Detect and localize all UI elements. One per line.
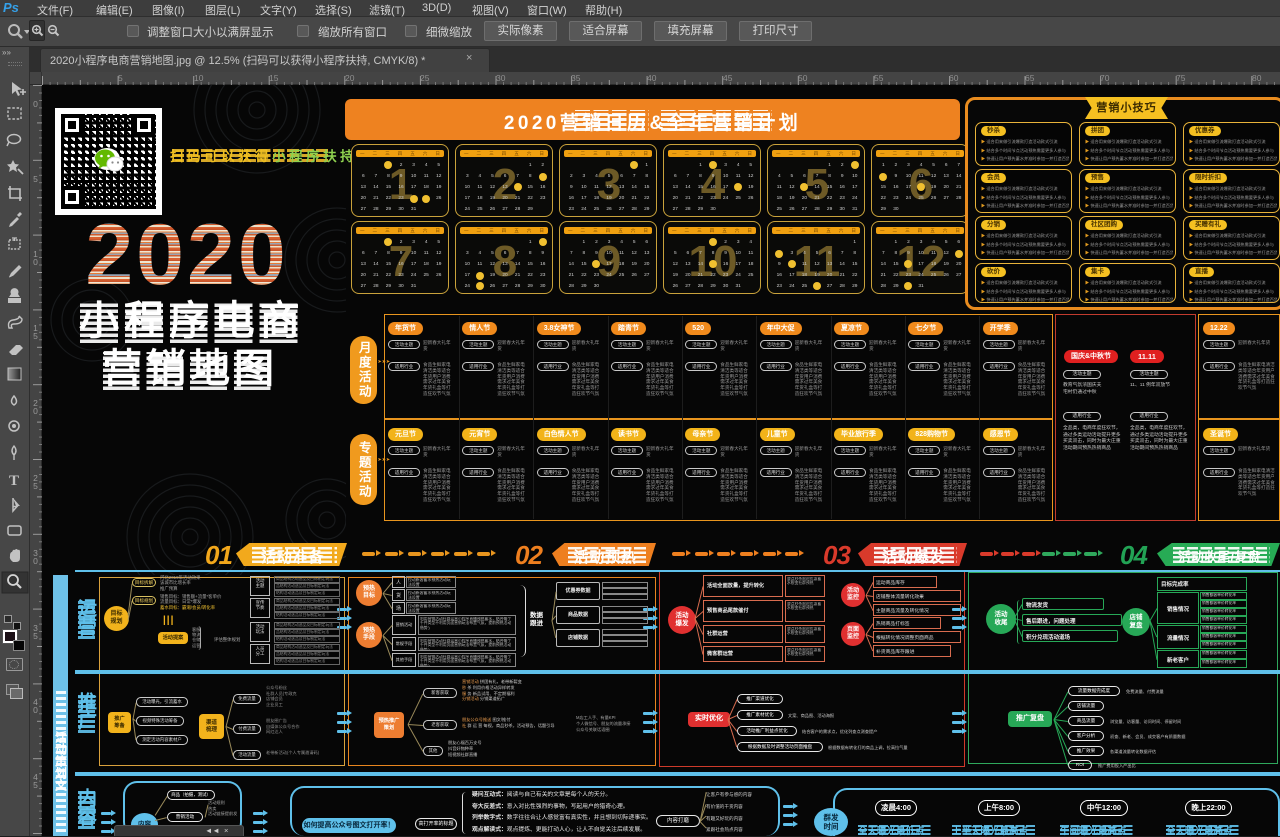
svg-text:T: T [9,473,19,489]
